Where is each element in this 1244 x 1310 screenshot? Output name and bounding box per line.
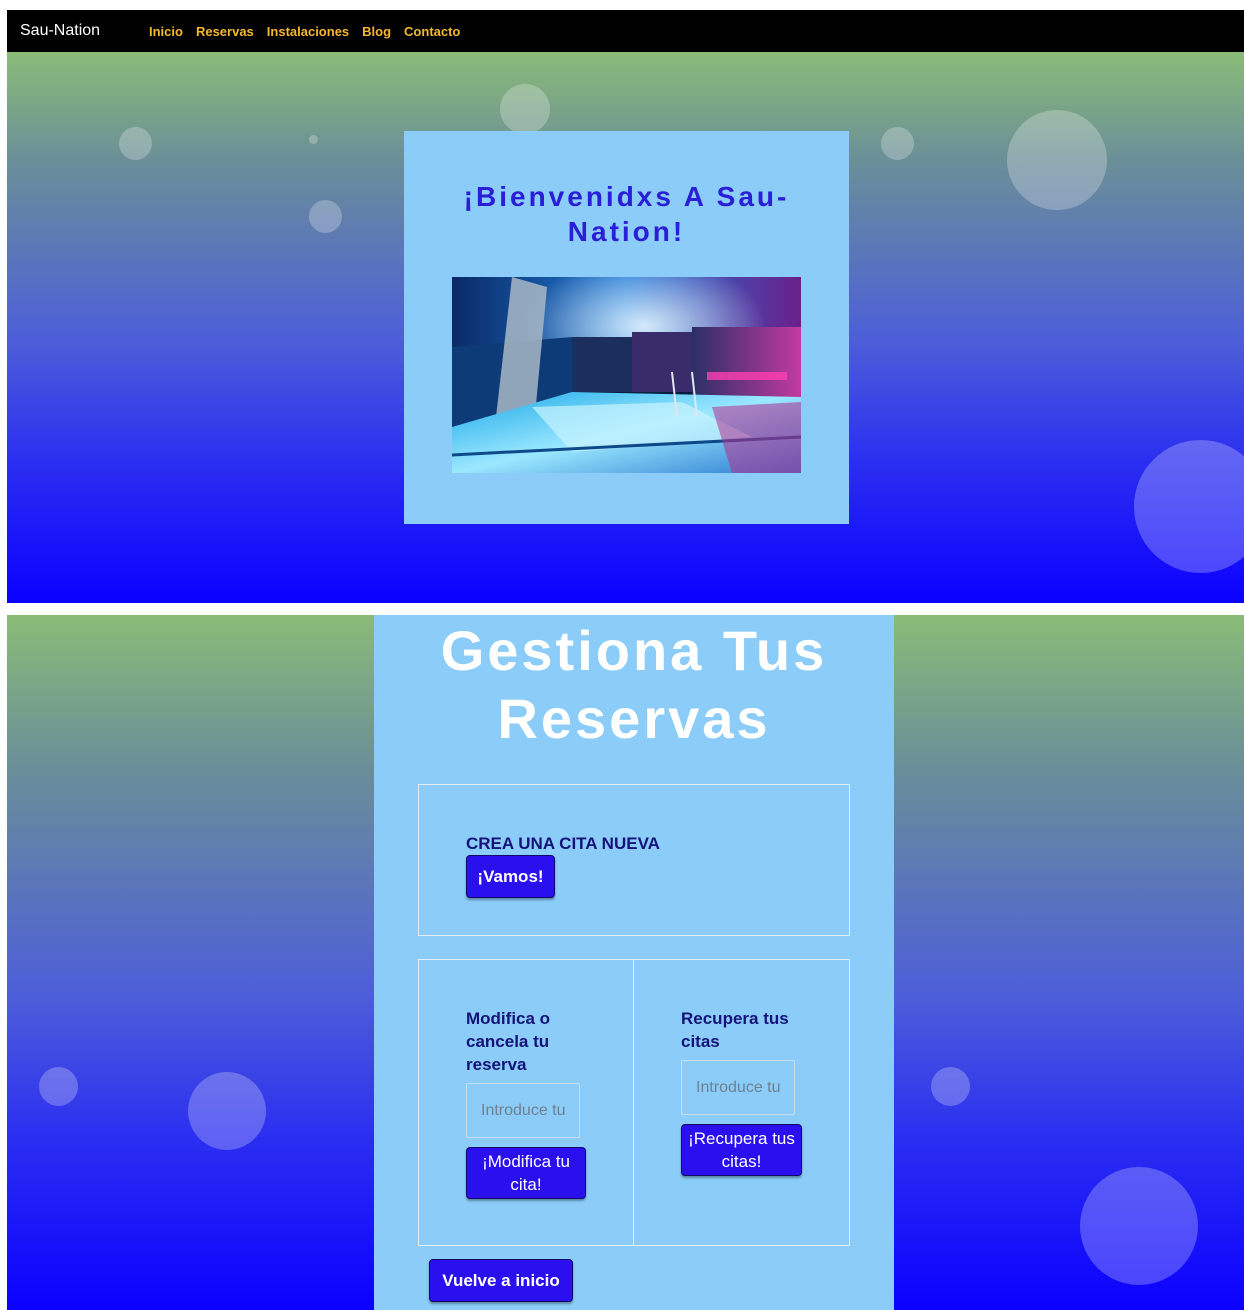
- home-screen: Sau-Nation Inicio Reservas Instalaciones…: [7, 10, 1244, 603]
- nav-link-reservas[interactable]: Reservas: [196, 24, 254, 39]
- nav-link-blog[interactable]: Blog: [362, 24, 391, 39]
- reservations-screen: Gestiona Tus Reservas CREA UNA CITA NUEV…: [7, 615, 1244, 1310]
- welcome-card: ¡Bienvenidxs A Sau-Nation!: [404, 131, 849, 524]
- nav-link-inicio[interactable]: Inicio: [149, 24, 183, 39]
- bubble-decoration: [309, 200, 342, 233]
- nav-links: Inicio Reservas Instalaciones Blog Conta…: [149, 24, 460, 39]
- reservations-panel: Gestiona Tus Reservas CREA UNA CITA NUEV…: [374, 615, 894, 1310]
- recover-appointments-button[interactable]: ¡Recupera tus citas!: [681, 1124, 802, 1176]
- welcome-title: ¡Bienvenidxs A Sau-Nation!: [463, 181, 790, 247]
- bubble-decoration: [1007, 110, 1107, 210]
- navbar: Sau-Nation Inicio Reservas Instalaciones…: [7, 10, 1244, 52]
- modify-appointment-box: Modifica o cancela tu reserva ¡Modifica …: [418, 959, 634, 1246]
- create-heading: CREA UNA CITA NUEVA: [466, 834, 660, 853]
- bubble-decoration: [309, 135, 318, 144]
- recover-code-input[interactable]: [681, 1060, 795, 1115]
- modify-heading: Modifica o cancela tu reserva: [466, 1009, 551, 1074]
- spa-pool-image: [452, 277, 801, 473]
- modify-code-input[interactable]: [466, 1083, 580, 1138]
- bubble-decoration: [881, 127, 914, 160]
- reservations-title: Gestiona Tus Reservas: [440, 619, 828, 750]
- bubble-decoration: [931, 1067, 970, 1106]
- back-to-home-button[interactable]: Vuelve a inicio: [429, 1259, 573, 1302]
- bubble-decoration: [1134, 440, 1244, 573]
- modify-appointment-button[interactable]: ¡Modifica tu cita!: [466, 1147, 586, 1199]
- bubble-decoration: [188, 1072, 266, 1150]
- create-appointment-button[interactable]: ¡Vamos!: [466, 855, 555, 898]
- brand-logo-text[interactable]: Sau-Nation: [20, 22, 149, 40]
- recover-appointments-box: Recupera tus citas ¡Recupera tus citas!: [633, 959, 850, 1246]
- bubble-decoration: [119, 127, 152, 160]
- bubble-decoration: [39, 1067, 78, 1106]
- recover-heading: Recupera tus citas: [681, 1009, 789, 1051]
- bubble-decoration: [500, 84, 550, 134]
- create-appointment-box: CREA UNA CITA NUEVA ¡Vamos!: [418, 784, 850, 936]
- bubble-decoration: [1080, 1167, 1198, 1285]
- nav-link-contacto[interactable]: Contacto: [404, 24, 460, 39]
- nav-link-instalaciones[interactable]: Instalaciones: [267, 24, 349, 39]
